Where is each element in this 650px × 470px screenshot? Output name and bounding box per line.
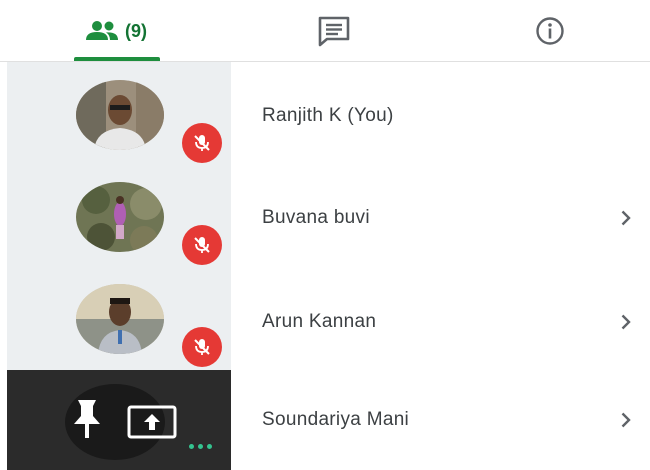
avatar — [76, 80, 164, 150]
participant-name: Soundariya Mani — [262, 409, 410, 430]
participant-name: Arun Kannan — [262, 311, 377, 332]
participant-row[interactable]: Soundariya Mani — [231, 370, 650, 470]
chevron-right-icon — [621, 314, 631, 330]
chevron-right-icon — [621, 412, 631, 428]
tab-people[interactable]: (9) — [72, 0, 160, 62]
participant-row[interactable]: Ranjith K (You) — [231, 64, 650, 168]
chat-icon — [318, 16, 350, 47]
tab-info[interactable] — [506, 0, 594, 62]
self-video-tile — [7, 370, 231, 470]
participant-name: Ranjith K (You) — [262, 105, 394, 126]
chevron-right-icon — [621, 210, 631, 226]
avatar — [76, 284, 164, 354]
people-icon — [86, 21, 118, 40]
muted-mic-badge — [182, 225, 222, 265]
avatar — [76, 182, 164, 252]
participant-name: Buvana buvi — [262, 207, 370, 228]
participant-row[interactable]: Arun Kannan — [231, 270, 650, 374]
pin-icon[interactable] — [70, 398, 104, 440]
active-tab-indicator — [74, 57, 160, 61]
mic-off-icon — [194, 135, 210, 151]
present-screen-icon[interactable] — [127, 405, 177, 439]
tile-shadow — [65, 384, 165, 460]
tab-chat[interactable] — [290, 0, 378, 62]
participant-row[interactable]: Buvana buvi — [231, 166, 650, 270]
muted-mic-badge — [182, 327, 222, 367]
info-icon — [536, 17, 564, 45]
muted-mic-badge — [182, 123, 222, 163]
mic-off-icon — [194, 339, 210, 355]
more-dots-icon[interactable] — [189, 444, 212, 449]
mic-off-icon — [194, 237, 210, 253]
participant-count: (9) — [125, 20, 147, 41]
tab-bar: (9) — [0, 0, 650, 62]
